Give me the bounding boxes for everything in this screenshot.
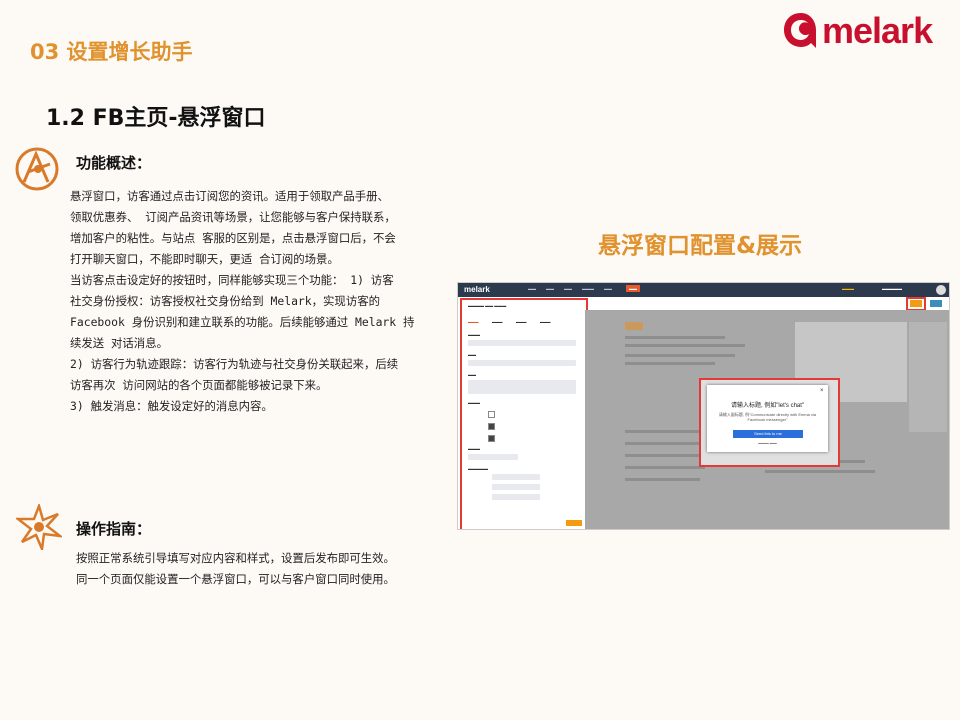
checkbox[interactable] bbox=[488, 411, 495, 418]
app-topbar: melark ▬▬ ▬▬ ▬▬ ▬▬▬ ▬▬ ▬▬ ▬▬▬ ▬▬▬▬▬ bbox=[458, 283, 949, 297]
overview-line: 领取优惠券、 订阅产品资讯等场景，让您能够与客户保持联系， bbox=[70, 210, 396, 224]
send-button[interactable]: Send this to me bbox=[733, 430, 803, 438]
tab-basic[interactable]: ▬▬▬ bbox=[468, 320, 479, 324]
overview-line: 悬浮窗口，访客通过点击订阅您的资讯。适用于领取产品手册、 bbox=[70, 189, 389, 203]
overview-text: 悬浮窗口，访客通过点击订阅您的资讯。适用于领取产品手册、 领取优惠券、 订阅产品… bbox=[70, 186, 414, 417]
overview-line: 访客再次 访问网站的各个页面都能够被记录下来。 bbox=[70, 378, 328, 392]
logo-wordmark: melark bbox=[822, 10, 933, 51]
config-panel: ▬▬▬▬ ▬▬ ▬▬▬ ▬▬▬ ▬▬▬ ▬▬▬ ▬▬▬ ▬▬▬ ▬▬ ▬▬ ▬▬… bbox=[460, 298, 588, 529]
overview-line: Facebook 身份识别和建立联系的功能。后续能够通过 Melark 持 bbox=[70, 315, 415, 329]
field-label: ▬▬▬ bbox=[468, 332, 480, 337]
atom-icon bbox=[14, 146, 60, 192]
preview-line bbox=[765, 470, 875, 473]
nav-item[interactable]: ▬▬ bbox=[604, 286, 612, 291]
tab-trigger[interactable]: ▬▬▬ bbox=[516, 320, 527, 324]
section-title: 03 设置增长助手 bbox=[30, 40, 193, 64]
publish-button[interactable] bbox=[910, 300, 922, 307]
popup-footer-link[interactable]: ▬▬▬ ▬▬ bbox=[707, 441, 828, 445]
preview-line bbox=[625, 454, 710, 457]
popup-title: 请输入标题, 例如"let's chat" bbox=[730, 403, 805, 409]
melark-logo-icon bbox=[784, 13, 816, 48]
field-label: ▬▬▬▬▬ bbox=[468, 466, 488, 471]
guide-line: 同一个页面仅能设置一个悬浮窗口，可以与客户窗口同时使用。 bbox=[76, 572, 395, 586]
overview-line: 3) 触发消息：触发设定好的消息内容。 bbox=[70, 399, 273, 413]
popup-subtitle: 请输入副标题, 例"Communicate directly with Emma… bbox=[718, 412, 817, 422]
overview-line: 2) 访客行为轨迹跟踪：访客行为轨迹与社交身份关联起来，后续 bbox=[70, 357, 399, 371]
nav-item[interactable]: ▬▬ bbox=[546, 286, 554, 291]
page-subtitle: 1.2 FB主页-悬浮窗口 bbox=[46, 106, 266, 131]
tab-style[interactable]: ▬▬▬ bbox=[492, 320, 503, 324]
nav-item[interactable]: ▬▬ bbox=[528, 286, 536, 291]
app-logo: melark bbox=[464, 285, 490, 294]
save-button[interactable] bbox=[566, 520, 582, 526]
screenshot-caption: 悬浮窗口配置&展示 bbox=[598, 233, 803, 259]
field-label: ▬▬▬ bbox=[468, 446, 480, 451]
melark-logo: melark bbox=[782, 8, 952, 52]
overview-line: 打开聊天窗口，不能即时聊天，更适 合订阅的场景。 bbox=[70, 252, 339, 266]
field-label: ▬▬ bbox=[468, 352, 476, 357]
subtitle-field[interactable] bbox=[468, 380, 576, 394]
avatar[interactable] bbox=[936, 285, 946, 295]
name-field[interactable] bbox=[468, 340, 576, 346]
title-field[interactable] bbox=[468, 360, 576, 366]
preview-button[interactable] bbox=[930, 300, 942, 307]
nav-item-active[interactable]: ▬▬ bbox=[626, 285, 640, 292]
preview-tag bbox=[625, 322, 643, 330]
preview-line bbox=[625, 466, 705, 469]
preview-gallery bbox=[909, 322, 947, 432]
preview-line bbox=[625, 442, 705, 445]
nav-item[interactable]: ▬▬▬ bbox=[582, 286, 594, 291]
guide-heading: 操作指南： bbox=[76, 520, 152, 538]
panel-breadcrumb: ▬▬▬▬ ▬▬ ▬▬▬ bbox=[468, 303, 507, 308]
color-field[interactable] bbox=[492, 484, 540, 490]
preview-line bbox=[625, 336, 725, 339]
guide-line: 按照正常系统引导填写对应内容和样式，设置后发布即可生效。 bbox=[76, 551, 395, 565]
config-screenshot: melark ▬▬ ▬▬ ▬▬ ▬▬▬ ▬▬ ▬▬ ▬▬▬ ▬▬▬▬▬ ▬▬▬▬… bbox=[457, 282, 950, 530]
overview-line: 增加客户的粘性。与站点 客服的区别是，点击悬浮窗口后，不会 bbox=[70, 231, 396, 245]
star-burst-icon bbox=[14, 502, 65, 554]
nav-item[interactable]: ▬▬ bbox=[564, 286, 572, 291]
floating-popup: × 请输入标题, 例如"let's chat" 请输入副标题, 例"Commun… bbox=[707, 385, 828, 452]
preview-line bbox=[625, 344, 745, 347]
color-field[interactable] bbox=[492, 474, 540, 480]
size-field[interactable] bbox=[492, 494, 540, 500]
overview-line: 社交身份授权：访客授权社交身份给到 Melark，实现访客的 bbox=[70, 294, 380, 308]
overview-line: 续发送 对话消息。 bbox=[70, 336, 168, 350]
preview-line bbox=[625, 362, 715, 365]
overview-line: 当访客点击设定好的按钮时，同样能够实现三个功能： 1) 访客 bbox=[70, 273, 394, 287]
user-name[interactable]: ▬▬▬▬▬ bbox=[882, 286, 902, 291]
guide-text: 按照正常系统引导填写对应内容和样式，设置后发布即可生效。 同一个页面仅能设置一个… bbox=[76, 548, 395, 590]
field-label: ▬▬▬ bbox=[468, 400, 480, 405]
checkbox[interactable] bbox=[488, 423, 495, 430]
checkbox[interactable] bbox=[488, 435, 495, 442]
preview-line bbox=[625, 478, 700, 481]
close-icon[interactable]: × bbox=[820, 388, 824, 394]
tab-message[interactable]: ▬▬▬ bbox=[540, 320, 551, 324]
select-field[interactable] bbox=[468, 454, 518, 460]
field-label: ▬▬ bbox=[468, 372, 476, 377]
upgrade-badge[interactable]: ▬▬▬ bbox=[842, 286, 854, 291]
preview-line bbox=[625, 354, 735, 357]
overview-heading: 功能概述： bbox=[76, 154, 152, 172]
